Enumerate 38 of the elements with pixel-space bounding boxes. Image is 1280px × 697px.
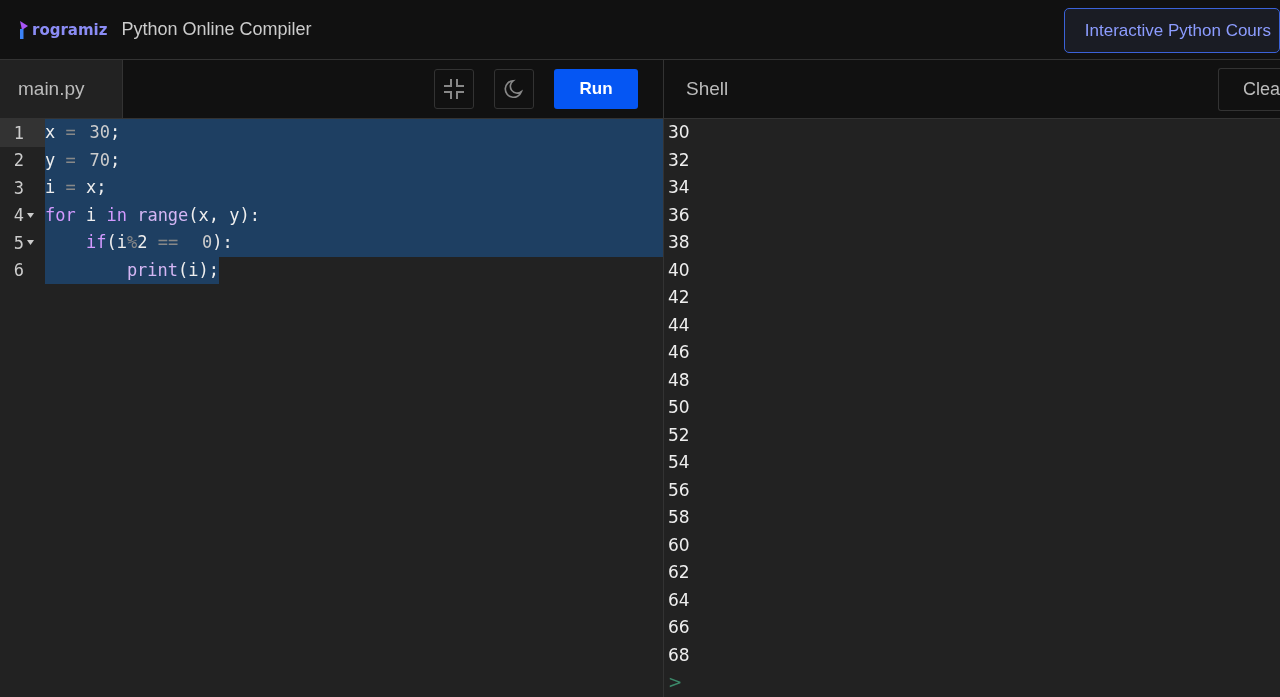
output-line: 32 [668, 148, 690, 172]
fold-caret-icon[interactable] [27, 240, 34, 246]
line-number: 3 [12, 177, 24, 198]
output-line: 60 [668, 533, 690, 557]
page-title: Python Online Compiler [121, 19, 312, 40]
shell-prompt[interactable]: > [668, 669, 683, 697]
output-line: 34 [668, 176, 690, 199]
output-line: 52 [668, 423, 690, 447]
output-line: 40 [668, 258, 690, 282]
run-button[interactable]: Run [554, 69, 638, 109]
file-tab[interactable]: main.py [0, 60, 123, 118]
output-line: 38 [668, 231, 690, 254]
output-line: 46 [668, 341, 690, 364]
fold-caret-icon[interactable] [27, 212, 34, 218]
output-line: 48 [668, 368, 690, 392]
output-line: 30 [668, 121, 690, 144]
output-line: 58 [668, 506, 690, 529]
shell-title: Shell [685, 78, 729, 100]
collapse-icon[interactable] [434, 69, 474, 109]
output-line: 64 [668, 588, 690, 612]
output-line: 42 [668, 286, 690, 309]
line-number: 2 [12, 150, 24, 171]
output-line: 56 [668, 478, 690, 502]
line-number: 5 [12, 232, 24, 253]
line-number: 1 [12, 122, 24, 143]
clear-button[interactable]: Clea [1218, 67, 1280, 111]
output-line: 44 [668, 313, 690, 337]
moon-icon[interactable] [494, 69, 534, 109]
output-line: 36 [668, 203, 690, 227]
output-line: 68 [668, 643, 690, 667]
output-line: 54 [668, 451, 690, 474]
line-number: 6 [12, 260, 24, 281]
logo-text[interactable]: rogramiz [32, 20, 108, 39]
output-line: 62 [668, 561, 690, 584]
output-line: 66 [668, 616, 690, 639]
line-number: 4 [12, 205, 24, 226]
course-button[interactable]: Interactive Python Cours [1063, 8, 1280, 53]
output-line: 50 [668, 396, 690, 419]
